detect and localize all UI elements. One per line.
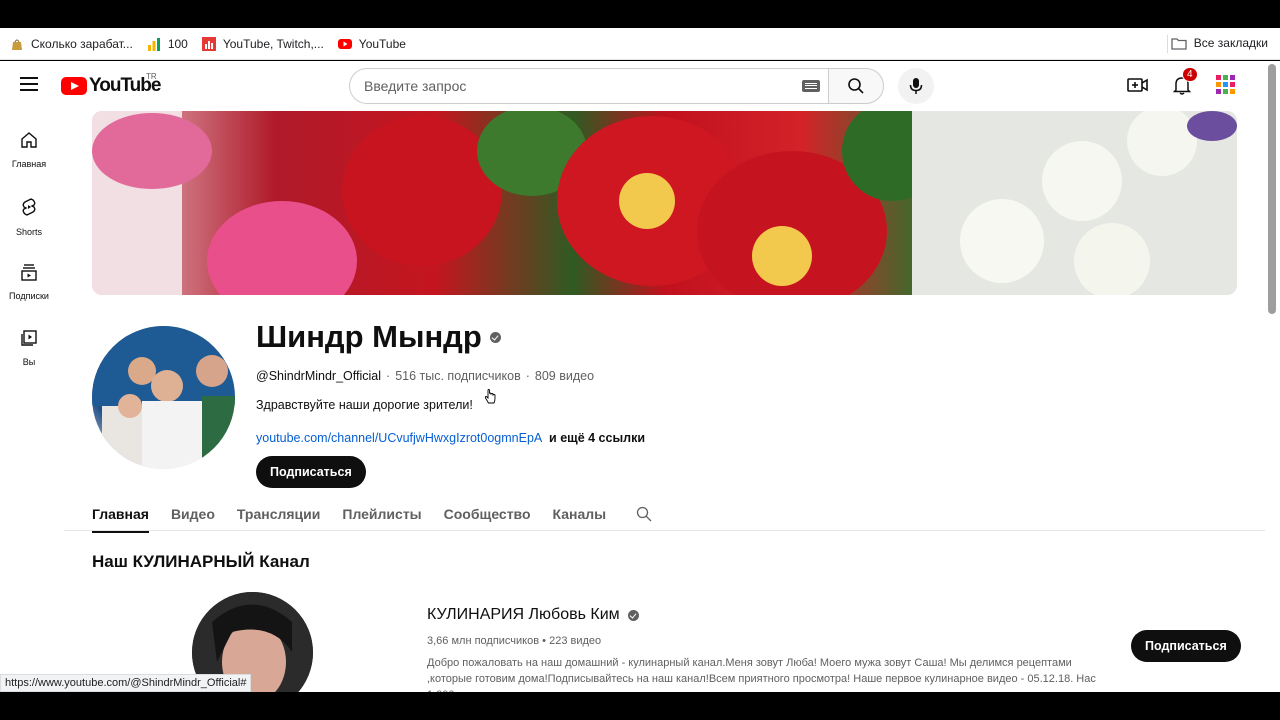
search-bar: Введите запрос xyxy=(349,68,884,104)
channel-avatar[interactable] xyxy=(92,326,235,469)
featured-channel-name[interactable]: КУЛИНАРИЯ Любовь Ким xyxy=(427,606,620,624)
bookmark-item[interactable]: Сколько зарабат... xyxy=(10,37,133,51)
bookmark-label: YouTube xyxy=(358,36,406,51)
bag-icon xyxy=(10,37,24,51)
search-button[interactable] xyxy=(828,68,884,104)
tab-channels[interactable]: Каналы xyxy=(553,497,607,531)
youtube-play-icon xyxy=(61,77,87,95)
featured-subscribers: 3,66 млн подписчиков xyxy=(427,635,540,647)
bookmark-item[interactable]: YouTube, Twitch,... xyxy=(201,36,324,51)
tab-playlists[interactable]: Плейлисты xyxy=(342,497,421,531)
bookmark-label: 100 xyxy=(167,36,188,51)
home-icon xyxy=(20,131,38,154)
microphone-icon xyxy=(909,77,923,95)
channel-handle: @ShindrMindr_Official xyxy=(256,369,382,383)
notification-badge: 4 xyxy=(1182,67,1198,82)
subscriptions-icon xyxy=(20,263,38,286)
guide-label: Вы xyxy=(22,357,36,367)
channel-link[interactable]: youtube.com/channel/UCvufjwHwxgIzrot0ogm… xyxy=(256,431,542,445)
section-title[interactable]: Наш КУЛИНАРНЫЙ Канал xyxy=(92,552,310,572)
channel-links: youtube.com/channel/UCvufjwHwxgIzrot0ogm… xyxy=(256,431,1156,445)
video-count: 809 видео xyxy=(534,369,595,383)
guide-label: Shorts xyxy=(15,227,42,237)
search-placeholder: Введите запрос xyxy=(364,78,467,94)
search-input[interactable]: Введите запрос xyxy=(349,68,828,104)
channel-info: Шиндр Мындр @ShindrMindr_Official · 516 … xyxy=(256,319,1156,488)
verified-icon xyxy=(489,331,501,343)
menu-icon[interactable] xyxy=(20,77,38,91)
guide-item-shorts[interactable]: Shorts xyxy=(0,183,58,249)
more-links[interactable]: и ещё 4 ссылки xyxy=(549,431,645,445)
account-avatar-icon[interactable] xyxy=(1214,73,1238,97)
keyboard-icon[interactable] xyxy=(802,80,820,92)
tabs-divider xyxy=(64,530,1265,531)
featured-channel-info: КУЛИНАРИЯ Любовь Ким 3,66 млн подписчико… xyxy=(427,606,1127,692)
page-scrollbar[interactable] xyxy=(1268,64,1276,314)
masthead: YouTube TR Введите запрос 4 xyxy=(0,61,1268,111)
masthead-actions: 4 xyxy=(1106,67,1238,97)
guide-label: Главная xyxy=(11,159,47,169)
analytics-icon xyxy=(201,36,216,51)
bookmark-label: Сколько зарабат... xyxy=(31,36,133,51)
shorts-icon xyxy=(20,197,38,222)
meta-separator: · xyxy=(386,369,391,383)
tab-live[interactable]: Трансляции xyxy=(237,497,320,531)
banner-image xyxy=(92,111,1237,295)
bookmark-label: YouTube, Twitch,... xyxy=(222,36,324,51)
guide-item-subscriptions[interactable]: Подписки xyxy=(0,249,58,315)
channel-tabs: Главная Видео Трансляции Плейлисты Сообщ… xyxy=(92,497,674,533)
channel-description[interactable]: Здравствуйте наши дорогие зрители! xyxy=(256,398,1156,412)
channel-title: Шиндр Мындр xyxy=(256,319,1156,355)
status-bar-url: https://www.youtube.com/@ShindrMindr_Off… xyxy=(0,674,252,692)
you-icon xyxy=(20,329,38,352)
tab-community[interactable]: Сообщество xyxy=(444,497,531,531)
subscribe-button[interactable]: Подписаться xyxy=(256,456,366,488)
tab-home[interactable]: Главная xyxy=(92,497,149,533)
country-code: TR xyxy=(146,72,157,81)
channel-name: Шиндр Мындр xyxy=(256,319,482,354)
featured-videos: 223 видео xyxy=(549,635,602,647)
all-bookmarks-label: Все закладки xyxy=(1193,36,1268,50)
bookmark-item[interactable]: YouTube xyxy=(337,36,406,51)
bookmarks-bar: Сколько зарабат... 100 YouTube, Twitch,.… xyxy=(0,28,1280,60)
notifications-icon[interactable]: 4 xyxy=(1170,67,1198,97)
avatar-image xyxy=(92,326,235,469)
tab-videos[interactable]: Видео xyxy=(171,497,215,531)
guide-label: Подписки xyxy=(9,291,49,301)
meta-separator: · xyxy=(525,369,530,383)
channel-banner xyxy=(92,111,1237,295)
guide-item-home[interactable]: Главная xyxy=(0,117,58,183)
folder-icon xyxy=(1171,37,1187,50)
voice-search-button[interactable] xyxy=(898,68,934,104)
bookmark-separator xyxy=(1167,35,1168,53)
subscriber-count: 516 тыс. подписчиков xyxy=(395,369,521,383)
featured-subscribe-button[interactable]: Подписаться xyxy=(1131,630,1241,662)
all-bookmarks-button[interactable]: Все закладки xyxy=(1171,36,1268,50)
hand-cursor-icon xyxy=(484,389,496,405)
featured-description: Добро пожаловать на наш домашний - кулин… xyxy=(427,657,1096,692)
guide-item-you[interactable]: Вы xyxy=(0,315,58,381)
mini-guide: Главная Shorts Подписки Вы xyxy=(0,117,58,381)
youtube-logo[interactable]: YouTube TR xyxy=(61,72,161,97)
channel-meta: @ShindrMindr_Official · 516 тыс. подписч… xyxy=(256,369,1156,383)
youtube-page: YouTube TR Введите запрос 4 Главная Shor… xyxy=(0,61,1280,692)
featured-channel-title: КУЛИНАРИЯ Любовь Ким xyxy=(427,606,1127,624)
youtube-icon xyxy=(337,37,352,51)
search-icon xyxy=(847,77,865,95)
channel-search-icon[interactable] xyxy=(636,497,652,531)
create-video-icon[interactable] xyxy=(1126,73,1150,97)
featured-channel-meta: 3,66 млн подписчиков • 223 видео xyxy=(427,635,1127,647)
bar-chart-icon xyxy=(147,37,161,51)
verified-icon xyxy=(627,609,639,621)
bookmark-item[interactable]: 100 xyxy=(147,37,188,51)
